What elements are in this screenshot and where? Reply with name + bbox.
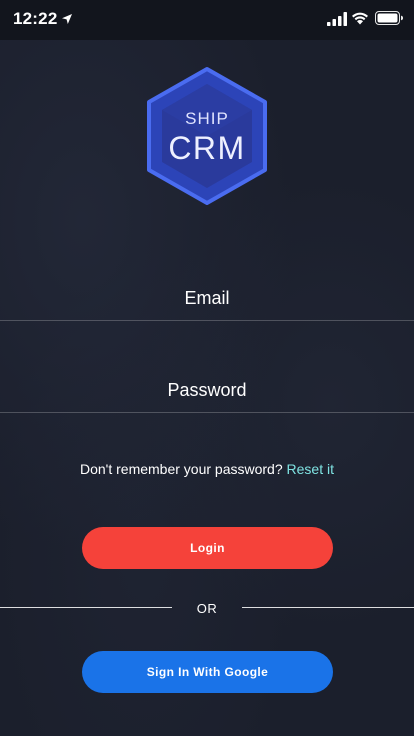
status-time: 12:22	[13, 9, 58, 28]
reset-password-link[interactable]: Reset it	[287, 461, 334, 477]
app-logo: SHIP CRM	[144, 66, 270, 206]
google-sign-in-button[interactable]: Sign In With Google	[82, 651, 333, 693]
email-input[interactable]	[0, 276, 414, 320]
password-field-container	[0, 368, 414, 413]
login-screen: 12:22 SHIP CRM Email Don't remember your…	[0, 0, 414, 736]
signal-icon	[327, 12, 347, 26]
divider-line-left	[0, 607, 172, 608]
logo-text-crm: CRM	[168, 130, 246, 166]
password-input[interactable]	[0, 368, 414, 412]
location-arrow-icon	[62, 14, 72, 24]
wifi-icon	[352, 12, 368, 25]
email-field-container	[0, 276, 414, 321]
or-divider-text: OR	[196, 601, 218, 616]
forgot-password-text: Don't remember your password?	[79, 461, 283, 477]
forgot-password-row: Don't remember your password? Reset it	[0, 461, 414, 477]
divider-line-right	[242, 607, 414, 608]
battery-icon	[375, 11, 403, 25]
logo-text-ship: SHIP	[185, 109, 229, 128]
login-button[interactable]: Login	[82, 527, 333, 569]
status-bar: 12:22	[0, 0, 414, 40]
